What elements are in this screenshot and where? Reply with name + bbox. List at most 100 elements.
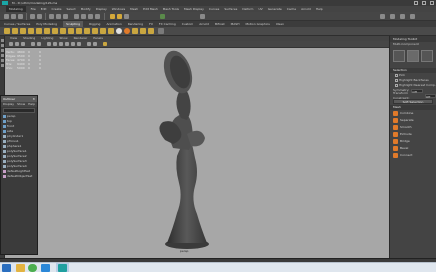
- bevel-tool[interactable]: Bevel: [390, 145, 436, 152]
- snap-grid-icon[interactable]: [74, 14, 79, 19]
- outliner-search-input[interactable]: [3, 108, 35, 113]
- foamy-tool-icon[interactable]: [52, 28, 58, 34]
- convert-to-frozen-icon[interactable]: [148, 28, 154, 34]
- spray-tool-icon[interactable]: [60, 28, 66, 34]
- select-tool-icon[interactable]: [1, 39, 4, 42]
- smear-tool-icon[interactable]: [116, 28, 122, 34]
- tool-settings-toggle-icon[interactable]: [400, 14, 405, 19]
- wireframe-icon[interactable]: [47, 42, 51, 46]
- taskbar: [0, 262, 436, 272]
- scrape-tool-icon[interactable]: [92, 28, 98, 34]
- object-mode-icon[interactable]: [393, 50, 405, 62]
- minimize-icon[interactable]: [414, 1, 418, 5]
- viewport[interactable]: [5, 48, 389, 258]
- outliner-menu-display[interactable]: Display: [3, 102, 14, 107]
- checkbox[interactable]: [395, 74, 398, 77]
- component-mode-buttons: [390, 47, 436, 67]
- mask-icon[interactable]: [158, 28, 164, 34]
- close-icon[interactable]: ✕: [32, 96, 35, 102]
- maya-icon[interactable]: [58, 264, 67, 272]
- symmetry-icon[interactable]: [200, 14, 205, 19]
- snap-view-icon[interactable]: [95, 14, 100, 19]
- outliner-menu-show[interactable]: Show: [17, 102, 25, 107]
- flatten-tool-icon[interactable]: [44, 28, 50, 34]
- mesh-icon: [3, 155, 6, 158]
- select-object-icon[interactable]: [56, 14, 61, 19]
- close-icon[interactable]: [430, 1, 434, 5]
- knife-tool-icon[interactable]: [108, 28, 114, 34]
- start-icon[interactable]: [2, 264, 11, 272]
- checkbox[interactable]: [395, 79, 398, 82]
- live-surface-icon[interactable]: [160, 14, 165, 19]
- combine-tool[interactable]: Combine: [390, 110, 436, 117]
- connect-tool[interactable]: Connect: [390, 152, 436, 159]
- smooth-tool-icon[interactable]: [12, 28, 18, 34]
- select-component-icon[interactable]: [63, 14, 68, 19]
- extrude-tool[interactable]: Extrude: [390, 131, 436, 138]
- grab-tool-icon[interactable]: [28, 28, 34, 34]
- camera-attributes-icon[interactable]: [15, 42, 19, 46]
- film-gate-icon[interactable]: [37, 42, 41, 46]
- redo-icon[interactable]: [37, 14, 42, 19]
- relax-tool-icon[interactable]: [20, 28, 26, 34]
- shadows-icon[interactable]: [77, 42, 81, 46]
- undo-icon[interactable]: [30, 14, 35, 19]
- gate-mask-icon[interactable]: [103, 42, 107, 46]
- list-item[interactable]: defaultObjectSet: [3, 174, 37, 179]
- sculpt-tool-icon[interactable]: [4, 28, 10, 34]
- bridge-tool[interactable]: Bridge: [390, 138, 436, 145]
- sculpted-model[interactable]: [5, 48, 389, 258]
- fill-tool-icon[interactable]: [100, 28, 106, 34]
- field-value[interactable]: Off: [424, 93, 436, 99]
- lights-icon[interactable]: [71, 42, 75, 46]
- outliner-titlebar[interactable]: Outliner ✕: [1, 96, 37, 102]
- bookmark-icon[interactable]: [21, 42, 25, 46]
- checkbox[interactable]: [395, 84, 398, 87]
- vertex-mode-icon[interactable]: [407, 50, 419, 62]
- wireframe-on-shaded-icon[interactable]: [59, 42, 63, 46]
- render-icon[interactable]: [110, 14, 115, 19]
- file-explorer-icon[interactable]: [16, 264, 25, 272]
- select-hierarchy-icon[interactable]: [49, 14, 54, 19]
- separate-tool[interactable]: Separate: [390, 117, 436, 124]
- freeze-tool-icon[interactable]: [140, 28, 146, 34]
- grid-icon[interactable]: [31, 42, 35, 46]
- snap-curve-icon[interactable]: [81, 14, 86, 19]
- mesh-icon: [3, 165, 6, 168]
- repeat-tool-icon[interactable]: [68, 28, 74, 34]
- modeling-toolkit-toggle-icon[interactable]: [380, 14, 385, 19]
- chrome-icon[interactable]: [28, 264, 37, 272]
- smooth-tool[interactable]: Smooth: [390, 124, 436, 131]
- paint-select-icon[interactable]: [1, 49, 4, 52]
- lasso-tool-icon[interactable]: [1, 44, 4, 47]
- mesh-icon: [3, 145, 6, 148]
- open-scene-icon[interactable]: [11, 14, 16, 19]
- camera-icon[interactable]: [9, 42, 13, 46]
- snap-point-icon[interactable]: [88, 14, 93, 19]
- textured-icon[interactable]: [65, 42, 69, 46]
- imprint-tool-icon[interactable]: [76, 28, 82, 34]
- smooth-shade-icon[interactable]: [53, 42, 57, 46]
- channel-box-toggle-icon[interactable]: [410, 14, 415, 19]
- scale-tool-icon[interactable]: [1, 64, 4, 67]
- xray-icon[interactable]: [87, 42, 91, 46]
- bulge-tool-icon[interactable]: [124, 28, 130, 34]
- outliner-menu-help[interactable]: Help: [28, 102, 35, 107]
- transform-constraint-field[interactable]: Transform Constraint: Off: [390, 91, 436, 100]
- render-settings-icon[interactable]: [124, 14, 129, 19]
- edge-icon[interactable]: [41, 264, 50, 272]
- new-scene-icon[interactable]: [4, 14, 9, 19]
- camera-icon: [3, 120, 6, 123]
- save-scene-icon[interactable]: [18, 14, 23, 19]
- ipr-render-icon[interactable]: [117, 14, 122, 19]
- isolate-select-icon[interactable]: [93, 42, 97, 46]
- attribute-editor-toggle-icon[interactable]: [390, 14, 395, 19]
- pinch-tool-icon[interactable]: [36, 28, 42, 34]
- outliner-window[interactable]: Outliner ✕ Display Show Help persp top f…: [0, 95, 38, 255]
- rotate-tool-icon[interactable]: [1, 59, 4, 62]
- wax-tool-icon[interactable]: [84, 28, 90, 34]
- move-tool-icon[interactable]: [1, 54, 4, 57]
- face-mode-icon[interactable]: [421, 50, 433, 62]
- amplify-tool-icon[interactable]: [132, 28, 138, 34]
- maximize-icon[interactable]: [422, 1, 426, 5]
